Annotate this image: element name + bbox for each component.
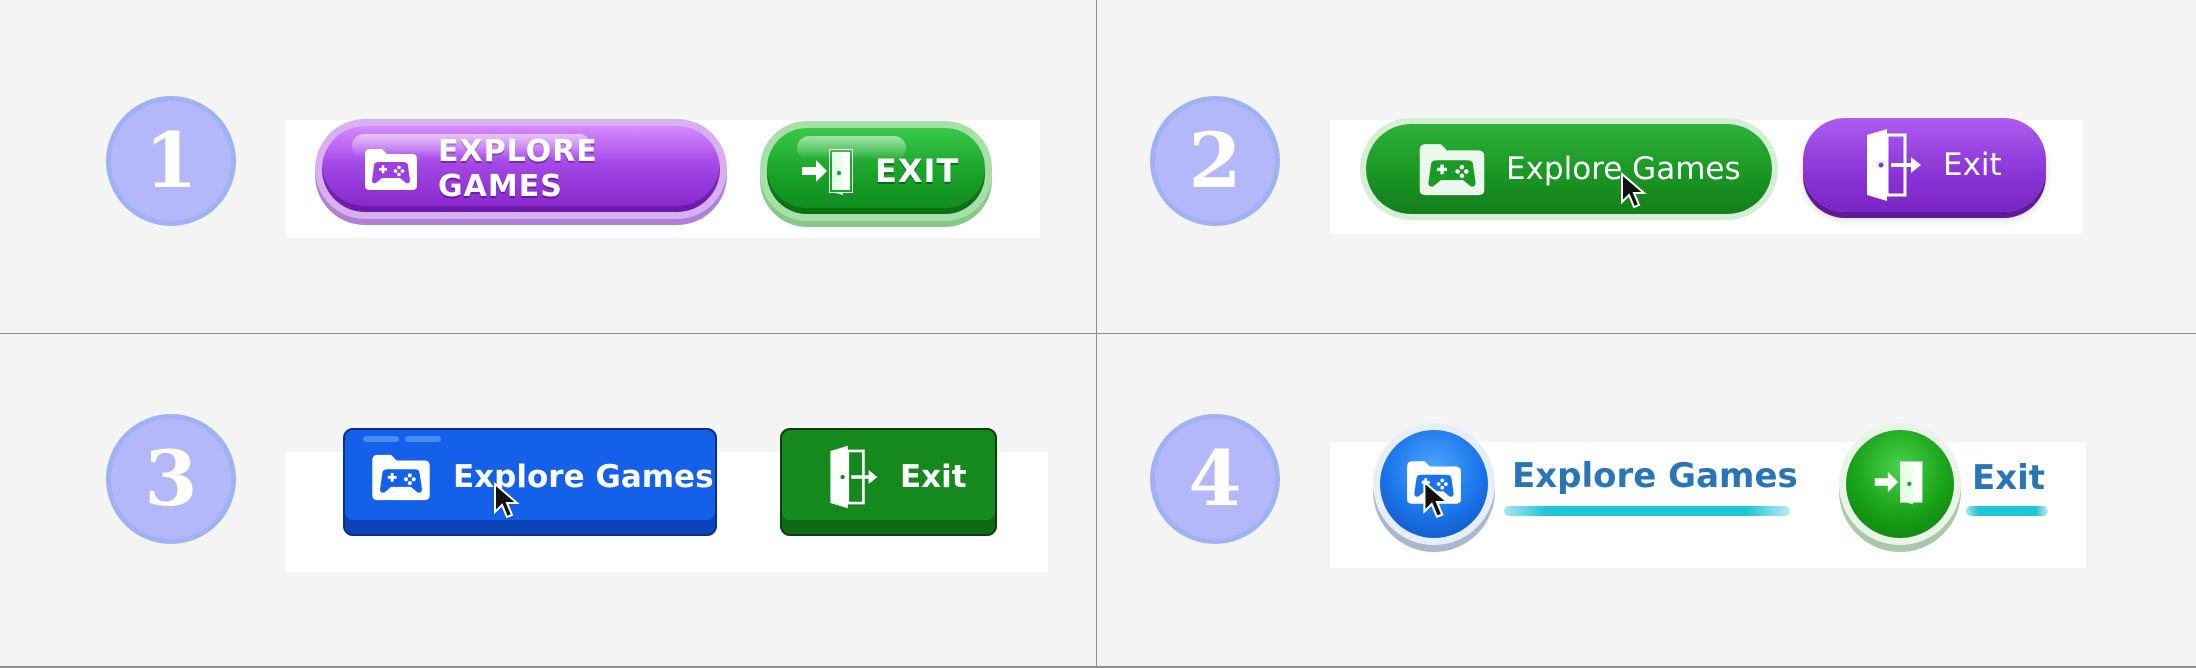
grid-divider-horizontal — [0, 333, 2196, 334]
exit-label: Exit — [1943, 147, 2002, 183]
exit-button[interactable]: Exit — [1803, 118, 2046, 212]
explore-games-button[interactable]: Explore Games — [1366, 124, 1772, 214]
door-exit-icon — [824, 444, 882, 510]
brush-underline — [1966, 506, 2048, 516]
button-tab-marks — [363, 436, 441, 442]
explore-games-button[interactable]: Explore Games — [343, 428, 717, 536]
gamepad-folder-icon — [1416, 140, 1488, 198]
grid-divider-vertical — [1096, 0, 1097, 668]
variant-number-badge: 2 — [1150, 96, 1280, 226]
mouse-pointer-icon — [1423, 480, 1451, 519]
door-exit-icon — [1861, 127, 1925, 203]
explore-games-link[interactable]: Explore Games — [1512, 456, 1798, 496]
mouse-pointer-icon — [1621, 172, 1647, 209]
exit-button[interactable]: EXIT — [767, 128, 985, 214]
variant-number-badge: 4 — [1150, 414, 1280, 544]
exit-label: EXIT — [875, 152, 960, 190]
door-exit-icon — [799, 145, 859, 197]
gamepad-folder-icon — [369, 451, 433, 503]
variant-number-badge: 3 — [106, 414, 236, 544]
gamepad-folder-icon — [362, 146, 420, 192]
exit-link[interactable]: Exit — [1972, 458, 2045, 498]
door-exit-icon — [1872, 452, 1928, 516]
brush-underline — [1504, 506, 1790, 516]
exit-button[interactable] — [1846, 430, 1954, 538]
explore-games-label: EXPLORE GAMES — [438, 134, 598, 204]
mouse-pointer-icon — [494, 482, 520, 519]
variant-number-badge: 1 — [106, 96, 236, 226]
explore-games-button[interactable]: EXPLORE GAMES — [322, 126, 720, 212]
exit-label: Exit — [900, 459, 967, 495]
exit-button[interactable]: Exit — [780, 428, 997, 536]
